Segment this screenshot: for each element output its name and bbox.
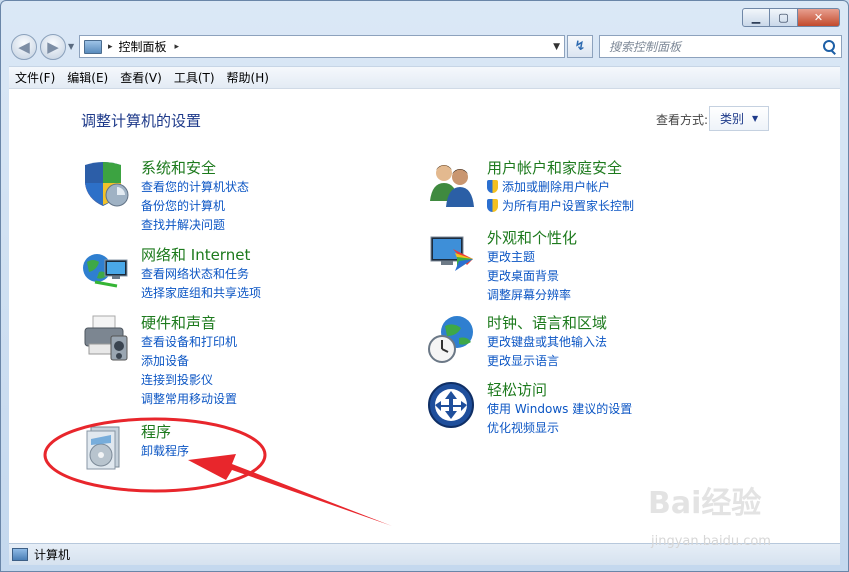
address-bar[interactable]: ▸ 控制面板 ▸ ▼ bbox=[79, 35, 565, 58]
search-icon[interactable] bbox=[819, 37, 839, 57]
programs-icon[interactable] bbox=[81, 423, 131, 473]
printer-icon[interactable] bbox=[81, 314, 131, 364]
category-title[interactable]: 轻松访问 bbox=[487, 381, 787, 399]
category-title[interactable]: 硬件和声音 bbox=[141, 314, 441, 332]
search-box[interactable]: 搜索控制面板 bbox=[599, 35, 842, 58]
menu-file[interactable]: 文件(F) bbox=[9, 69, 61, 86]
control-panel-icon bbox=[84, 39, 102, 54]
link-homegroup-sharing[interactable]: 选择家庭组和共享选项 bbox=[141, 284, 441, 303]
menu-bar: 文件(F) 编辑(E) 查看(V) 工具(T) 帮助(H) bbox=[9, 66, 840, 88]
search-input[interactable]: 搜索控制面板 bbox=[609, 38, 819, 55]
link-uninstall-program[interactable]: 卸载程序 bbox=[141, 442, 441, 461]
category-title[interactable]: 网络和 Internet bbox=[141, 246, 441, 264]
maximize-button[interactable]: ▢ bbox=[770, 8, 798, 27]
status-text: 计算机 bbox=[34, 548, 71, 562]
link-devices-printers[interactable]: 查看设备和打印机 bbox=[141, 333, 441, 352]
link-label: 为所有用户设置家长控制 bbox=[502, 199, 635, 213]
network-icon[interactable] bbox=[81, 246, 131, 296]
menu-tools[interactable]: 工具(T) bbox=[168, 69, 221, 86]
category-title[interactable]: 外观和个性化 bbox=[487, 229, 787, 247]
link-parental-controls[interactable]: 为所有用户设置家长控制 bbox=[487, 197, 787, 216]
link-check-computer-status[interactable]: 查看您的计算机状态 bbox=[141, 178, 441, 197]
address-dropdown-icon[interactable]: ▼ bbox=[553, 42, 560, 52]
menu-edit[interactable]: 编辑(E) bbox=[61, 69, 114, 86]
breadcrumb-arrow-icon[interactable]: ▸ bbox=[175, 42, 180, 52]
chevron-down-icon: ▼ bbox=[752, 114, 759, 123]
page-title: 调整计算机的设置 bbox=[81, 112, 202, 130]
category-title[interactable]: 时钟、语言和区域 bbox=[487, 314, 787, 332]
link-optimize-visual-display[interactable]: 优化视频显示 bbox=[487, 419, 787, 438]
clock-globe-icon[interactable] bbox=[427, 314, 477, 364]
link-change-input-method[interactable]: 更改键盘或其他输入法 bbox=[487, 333, 787, 352]
computer-icon bbox=[12, 548, 28, 561]
close-button[interactable]: ✕ bbox=[798, 8, 840, 27]
baidu-watermark: Bai经验 bbox=[648, 486, 762, 521]
link-label: 添加或删除用户帐户 bbox=[502, 180, 611, 194]
link-mobility-settings[interactable]: 调整常用移动设置 bbox=[141, 390, 441, 409]
link-backup-computer[interactable]: 备份您的计算机 bbox=[141, 197, 441, 216]
link-network-status[interactable]: 查看网络状态和任务 bbox=[141, 265, 441, 284]
category-title[interactable]: 用户帐户和家庭安全 bbox=[487, 159, 787, 177]
uac-shield-icon bbox=[487, 180, 498, 193]
ease-of-access-icon[interactable] bbox=[427, 381, 477, 431]
menu-view[interactable]: 查看(V) bbox=[114, 69, 168, 86]
forward-button[interactable]: ▶ bbox=[40, 34, 66, 60]
view-by-dropdown[interactable]: 类别 ▼ bbox=[709, 106, 769, 131]
navigation-bar: ◀ ▶ ▼ ▸ 控制面板 ▸ ▼ ↯ 搜索控制面板 bbox=[9, 33, 842, 61]
breadcrumb-arrow-icon[interactable]: ▸ bbox=[108, 42, 113, 52]
category-title[interactable]: 程序 bbox=[141, 423, 441, 441]
link-add-remove-accounts[interactable]: 添加或删除用户帐户 bbox=[487, 178, 787, 197]
view-by-label: 查看方式: bbox=[656, 113, 709, 127]
link-change-display-language[interactable]: 更改显示语言 bbox=[487, 352, 787, 371]
uac-shield-icon bbox=[487, 199, 498, 212]
view-by-value: 类别 bbox=[720, 112, 745, 126]
link-add-device[interactable]: 添加设备 bbox=[141, 352, 441, 371]
content-pane: 调整计算机的设置 查看方式: 类别 ▼ 系统和安全 查看您的计算机状态 备份您的… bbox=[9, 88, 840, 543]
recent-pages-dropdown-icon[interactable]: ▼ bbox=[68, 42, 74, 51]
link-troubleshoot[interactable]: 查找并解决问题 bbox=[141, 216, 441, 235]
minimize-button[interactable]: ▁ bbox=[742, 8, 770, 27]
breadcrumb-control-panel[interactable]: 控制面板 bbox=[119, 38, 167, 55]
baidu-watermark-url: jingyan.baidu.com bbox=[651, 534, 771, 549]
link-desktop-background[interactable]: 更改桌面背景 bbox=[487, 267, 787, 286]
link-screen-resolution[interactable]: 调整屏幕分辨率 bbox=[487, 286, 787, 305]
users-icon[interactable] bbox=[427, 159, 477, 209]
link-change-theme[interactable]: 更改主题 bbox=[487, 248, 787, 267]
link-connect-projector[interactable]: 连接到投影仪 bbox=[141, 371, 441, 390]
link-windows-suggested-settings[interactable]: 使用 Windows 建议的设置 bbox=[487, 400, 787, 419]
appearance-icon[interactable] bbox=[427, 229, 477, 279]
refresh-button[interactable]: ↯ bbox=[567, 35, 593, 58]
category-title[interactable]: 系统和安全 bbox=[141, 159, 441, 177]
menu-help[interactable]: 帮助(H) bbox=[221, 69, 275, 86]
shield-icon[interactable] bbox=[81, 159, 131, 209]
caption-buttons: ▁ ▢ ✕ bbox=[742, 8, 840, 27]
back-button[interactable]: ◀ bbox=[11, 34, 37, 60]
